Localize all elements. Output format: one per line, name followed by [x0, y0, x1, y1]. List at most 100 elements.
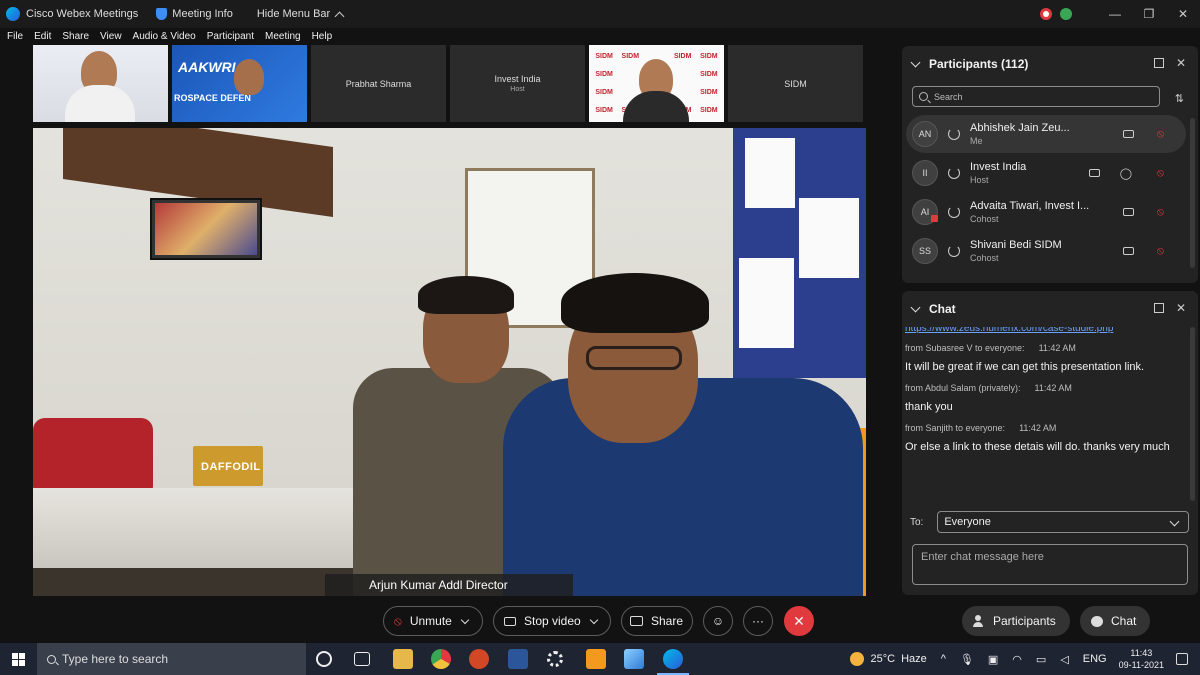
app-orange-icon[interactable]: [586, 649, 606, 669]
collapse-chevron-icon[interactable]: [910, 57, 921, 67]
more-options-button[interactable]: ···: [743, 606, 773, 636]
avatar: SS: [912, 238, 938, 264]
share-button[interactable]: Share: [621, 606, 693, 636]
participant-name: Prabhat Sharma: [345, 78, 412, 89]
chat-header[interactable]: Chat ✕: [902, 291, 1198, 327]
chat-link[interactable]: https://www.zeus.numerix.com/case-studie…: [905, 327, 1184, 335]
clock-time: 11:43: [1130, 648, 1153, 658]
unmute-label: Unmute: [409, 614, 452, 628]
message-text: It will be great if we can get this pres…: [905, 361, 1145, 373]
title-bar: Cisco Webex Meetings Meeting Info Hide M…: [0, 0, 1200, 28]
participant-row[interactable]: SS Shivani Bedi SIDM Cohost ⦸: [906, 232, 1186, 270]
restore-button[interactable]: ❐: [1132, 0, 1166, 28]
message-time: 11:42 AM: [1034, 383, 1072, 393]
chat-scrollbar[interactable]: [1190, 327, 1195, 501]
video-tile-invest-india[interactable]: Invest India Host: [450, 45, 585, 122]
stop-video-button[interactable]: Stop video: [493, 606, 611, 636]
reactions-button[interactable]: ☺: [703, 606, 733, 636]
participant-video-feed: [234, 59, 264, 95]
menu-participant[interactable]: Participant: [207, 31, 254, 42]
video-camera-icon[interactable]: [1123, 247, 1134, 255]
chat-toggle-button[interactable]: Chat: [1080, 606, 1150, 636]
video-tile-sidm-name[interactable]: SIDM: [728, 45, 863, 122]
participants-header[interactable]: Participants (112) ✕: [902, 46, 1198, 82]
microphone-icon[interactable]: 🎙: [960, 653, 974, 666]
video-tile[interactable]: AAKWRI ROSPACE DEFEN: [172, 45, 307, 122]
hide-menu-label: Hide Menu Bar: [256, 8, 331, 20]
close-icon[interactable]: ✕: [1174, 56, 1188, 70]
menu-edit[interactable]: Edit: [34, 31, 51, 42]
connection-status-icon[interactable]: [1060, 8, 1072, 20]
mic-muted-icon[interactable]: ⦸: [1157, 206, 1164, 219]
unmute-button[interactable]: ⦸ Unmute: [383, 606, 483, 636]
system-clock[interactable]: 11:43 09-11-2021: [1119, 647, 1164, 671]
leave-meeting-button[interactable]: ✕: [784, 606, 814, 636]
popout-icon[interactable]: [1154, 58, 1164, 68]
menu-file[interactable]: File: [7, 31, 23, 42]
close-window-button[interactable]: ✕: [1166, 0, 1200, 28]
settings-gear-icon[interactable]: [547, 651, 563, 667]
audio-connection-icon: [948, 167, 960, 179]
popout-icon[interactable]: [1154, 303, 1164, 313]
main-video-stage[interactable]: DAFFODIL Arjun Kumar Addl Director: [33, 128, 866, 596]
chevron-down-icon[interactable]: [460, 615, 470, 624]
mic-muted-icon[interactable]: ⦸: [1157, 167, 1164, 180]
webex-taskbar-icon[interactable]: [657, 649, 689, 675]
battery-icon[interactable]: ▭: [1036, 653, 1046, 666]
menu-share[interactable]: Share: [62, 31, 89, 42]
language-indicator[interactable]: ENG: [1083, 653, 1107, 665]
app-notes-icon[interactable]: [624, 649, 644, 669]
video-tile-sidm[interactable]: SIDM SIDM SIDM SIDM SIDM SIDM SIDM SIDM SIDM S…: [589, 45, 724, 122]
company-logo-text: AAKWRI: [178, 59, 236, 75]
wifi-icon[interactable]: ◠: [1012, 653, 1022, 666]
chat-bubble-icon[interactable]: ◯: [1120, 167, 1132, 180]
video-tile-prabhat-sharma[interactable]: Prabhat Sharma: [311, 45, 446, 122]
participants-toggle-button[interactable]: Participants: [962, 606, 1070, 636]
notification-icon[interactable]: [1176, 653, 1188, 665]
powerpoint-icon[interactable]: [469, 649, 489, 669]
participants-search-input[interactable]: Search: [912, 86, 1160, 107]
weather-condition[interactable]: Haze: [901, 653, 927, 665]
message-sender: from Sanjith to everyone:: [905, 423, 1006, 433]
video-tile[interactable]: [33, 45, 168, 122]
participant-row[interactable]: AN Abhishek Jain Zeu... Me ⦸: [906, 115, 1186, 153]
to-label: To:: [910, 516, 924, 528]
menu-meeting[interactable]: Meeting: [265, 31, 301, 42]
cortana-icon[interactable]: [316, 651, 332, 667]
collapse-chevron-icon[interactable]: [910, 302, 921, 312]
file-explorer-icon[interactable]: [393, 649, 413, 669]
chevron-up-icon[interactable]: ^: [941, 653, 946, 665]
taskbar-search-input[interactable]: Type here to search: [37, 643, 306, 675]
hide-menu-bar-button[interactable]: Hide Menu Bar: [256, 8, 345, 21]
mic-muted-icon[interactable]: ⦸: [1157, 128, 1164, 141]
sort-icon[interactable]: ⇅: [1175, 92, 1184, 105]
mic-muted-icon[interactable]: ⦸: [1157, 245, 1164, 258]
weather-icon[interactable]: [850, 652, 865, 666]
recording-icon[interactable]: [1040, 8, 1052, 20]
chat-title: Chat: [929, 302, 956, 316]
volume-icon[interactable]: ◁: [1060, 653, 1068, 666]
participants-scrollbar[interactable]: [1190, 118, 1195, 268]
video-camera-icon[interactable]: [1123, 130, 1134, 138]
end-call-icon: ✕: [793, 612, 805, 629]
video-camera-icon[interactable]: [1123, 208, 1134, 216]
minimize-button[interactable]: —: [1098, 0, 1132, 28]
menu-help[interactable]: Help: [312, 31, 333, 42]
tray-app-icon[interactable]: ▣: [988, 653, 998, 666]
chrome-icon[interactable]: [431, 649, 451, 669]
caption-icon[interactable]: [1089, 169, 1100, 177]
close-icon[interactable]: ✕: [1174, 301, 1188, 315]
chat-message-input[interactable]: Enter chat message here: [912, 544, 1188, 585]
recipient-select[interactable]: Everyone: [937, 511, 1190, 533]
menu-audio-video[interactable]: Audio & Video: [133, 31, 196, 42]
menu-view[interactable]: View: [100, 31, 122, 42]
chevron-down-icon[interactable]: [589, 615, 598, 624]
windows-start-icon[interactable]: [12, 652, 25, 666]
participant-row[interactable]: II Invest India Host ◯ ⦸: [906, 154, 1186, 192]
chat-messages: https://www.zeus.numerix.com/case-studie…: [905, 327, 1184, 502]
meeting-info-button[interactable]: Meeting Info: [156, 8, 233, 20]
participant-row[interactable]: AI Advaita Tiwari, Invest I... Cohost ⦸: [906, 193, 1186, 231]
temperature[interactable]: 25°C: [870, 653, 895, 665]
word-icon[interactable]: [508, 649, 528, 669]
task-view-icon[interactable]: [354, 652, 370, 666]
